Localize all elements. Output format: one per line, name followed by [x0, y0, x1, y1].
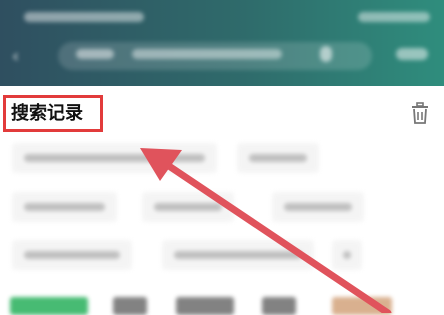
tab-movie[interactable]	[262, 297, 296, 315]
history-chip[interactable]	[12, 192, 117, 222]
history-chip[interactable]	[162, 240, 314, 270]
history-chip[interactable]	[237, 143, 319, 173]
status-bar-right	[358, 12, 430, 22]
tab-thumbnail[interactable]	[332, 297, 392, 315]
top-header: ‹	[0, 0, 444, 86]
history-chip[interactable]	[142, 192, 234, 222]
trash-icon[interactable]	[410, 101, 430, 125]
tab-search-discovery[interactable]	[10, 297, 88, 315]
search-button[interactable]	[396, 48, 428, 60]
expand-history-button[interactable]	[332, 240, 362, 270]
tab-hot[interactable]	[113, 297, 147, 315]
history-chip[interactable]	[12, 240, 132, 270]
history-chip[interactable]	[272, 192, 364, 222]
tab-tv[interactable]	[176, 297, 234, 315]
history-chip[interactable]	[12, 143, 217, 173]
status-bar-left	[24, 12, 144, 22]
search-scope-dropdown[interactable]	[76, 49, 114, 59]
back-icon[interactable]: ‹	[12, 46, 19, 67]
microphone-icon[interactable]	[320, 46, 332, 62]
search-history-title: 搜索记录	[11, 103, 83, 124]
search-input[interactable]	[132, 49, 282, 59]
